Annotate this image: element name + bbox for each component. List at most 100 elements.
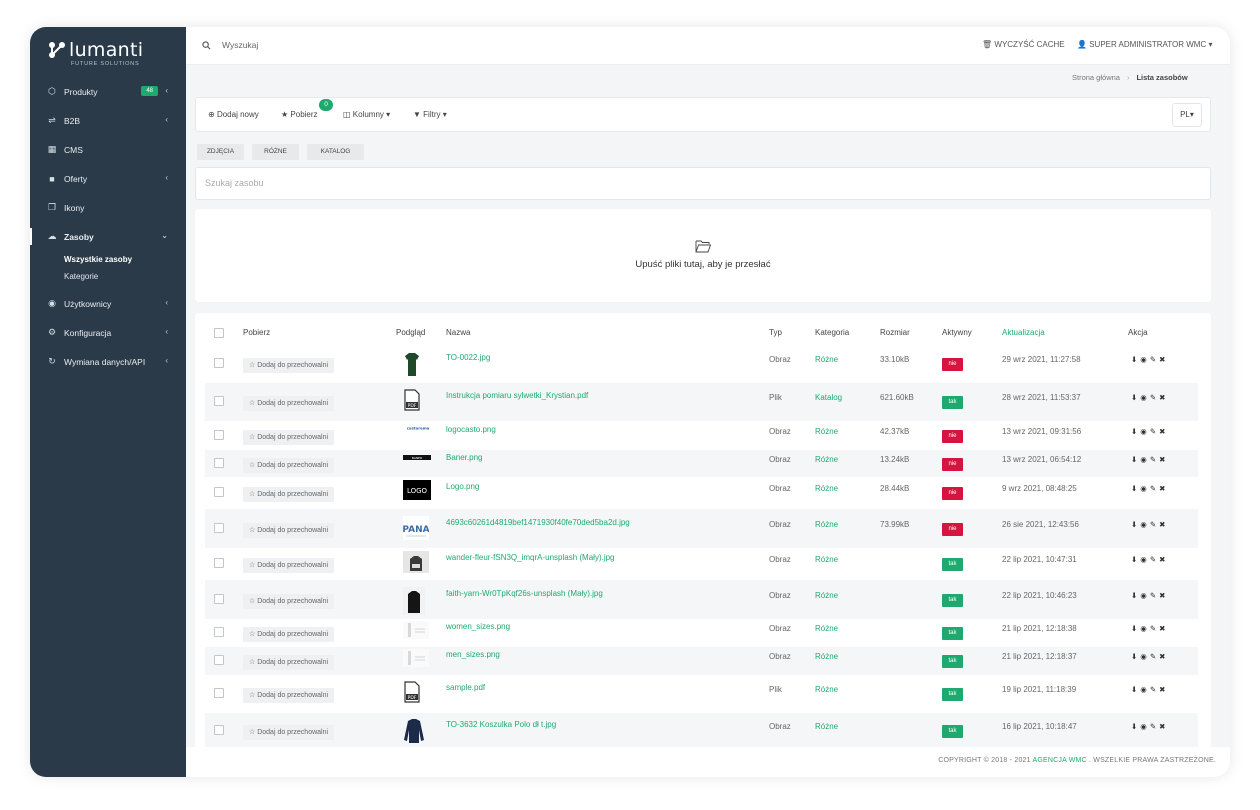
preview-eye-icon[interactable]: ◉: [1140, 520, 1150, 529]
delete-x-icon[interactable]: ✖: [1159, 685, 1168, 694]
edit-pencil-icon[interactable]: ✎: [1150, 427, 1159, 436]
asset-category-link[interactable]: Różne: [815, 455, 838, 464]
columns-dropdown[interactable]: ◫ Kolumny ▾: [343, 110, 390, 119]
sidebar-item-cms[interactable]: ▦ CMS: [30, 135, 186, 164]
asset-thumbnail[interactable]: [403, 351, 421, 379]
row-checkbox[interactable]: [214, 688, 224, 698]
active-status-badge[interactable]: tak: [942, 558, 963, 571]
asset-search-input[interactable]: [205, 178, 805, 188]
edit-pencil-icon[interactable]: ✎: [1150, 652, 1159, 661]
asset-name-link[interactable]: Baner.png: [446, 453, 482, 462]
add-to-storage-button[interactable]: ☆ Dodaj do przechowalni: [243, 358, 335, 373]
asset-thumbnail[interactable]: [403, 586, 425, 617]
preview-eye-icon[interactable]: ◉: [1140, 484, 1150, 493]
download-icon[interactable]: ⬇: [1131, 355, 1140, 364]
active-status-badge[interactable]: nie: [942, 522, 963, 536]
row-checkbox[interactable]: [214, 396, 224, 406]
add-to-storage-button[interactable]: ☆ Dodaj do przechowalni: [243, 655, 335, 670]
active-status-badge[interactable]: nie: [942, 487, 963, 500]
asset-name-link[interactable]: 4693c60261d4819bef1471930f40fe70ded5ba2d…: [446, 518, 630, 527]
edit-pencil-icon[interactable]: ✎: [1150, 624, 1159, 633]
asset-name-link[interactable]: sample.pdf: [446, 683, 485, 692]
asset-thumbnail[interactable]: PDF: [403, 389, 421, 413]
global-search-input[interactable]: [222, 40, 522, 50]
asset-category-link[interactable]: Różne: [815, 652, 838, 661]
edit-pencil-icon[interactable]: ✎: [1150, 591, 1159, 600]
active-status-badge[interactable]: tak: [942, 396, 963, 409]
sidebar-item-uzytkownicy[interactable]: ◉ Użytkownicy ‹: [30, 289, 186, 318]
preview-eye-icon[interactable]: ◉: [1140, 555, 1150, 564]
edit-pencil-icon[interactable]: ✎: [1150, 355, 1159, 364]
preview-eye-icon[interactable]: ◉: [1140, 591, 1150, 600]
subnav-item-all-assets[interactable]: Wszystkie zasoby: [64, 251, 186, 268]
row-checkbox[interactable]: [214, 429, 224, 440]
asset-name-link[interactable]: men_sizes.png: [446, 650, 500, 659]
tab-zdjecia[interactable]: ZDJĘCIA: [197, 144, 244, 160]
add-to-storage-button[interactable]: ☆ Dodaj do przechowalni: [243, 558, 335, 573]
row-checkbox[interactable]: [214, 457, 224, 468]
clear-cache-button[interactable]: 🗑 WYCZYŚĆ CACHE: [982, 40, 1065, 49]
asset-name-link[interactable]: Instrukcja pomiaru sylwetki_Krystian.pdf: [446, 391, 588, 400]
delete-x-icon[interactable]: ✖: [1159, 555, 1168, 564]
edit-pencil-icon[interactable]: ✎: [1150, 555, 1159, 564]
asset-thumbnail[interactable]: BANER: [403, 452, 431, 462]
asset-thumbnail[interactable]: castorama: [403, 423, 433, 433]
asset-category-link[interactable]: Różne: [815, 722, 838, 731]
add-new-button[interactable]: ⊕ Dodaj nowy: [208, 110, 259, 119]
sidebar-item-zasoby[interactable]: ☁ Zasoby ⌄: [30, 222, 186, 251]
subnav-item-categories[interactable]: Kategorie: [64, 268, 186, 285]
row-checkbox[interactable]: [214, 522, 224, 533]
delete-x-icon[interactable]: ✖: [1159, 455, 1168, 464]
download-icon[interactable]: ⬇: [1131, 393, 1140, 402]
preview-eye-icon[interactable]: ◉: [1140, 355, 1150, 364]
delete-x-icon[interactable]: ✖: [1159, 624, 1168, 633]
download-icon[interactable]: ⬇: [1131, 685, 1140, 694]
add-to-storage-button[interactable]: ☆ Dodaj do przechowalni: [243, 627, 335, 642]
asset-name-link[interactable]: faith-yarn-Wr0TpKqf26s-unsplash (Mały).j…: [446, 589, 603, 598]
row-checkbox[interactable]: [214, 655, 224, 665]
edit-pencil-icon[interactable]: ✎: [1150, 722, 1159, 731]
asset-thumbnail[interactable]: [403, 649, 429, 669]
asset-name-link[interactable]: TO-3632 Koszulka Polo dł t.jpg: [446, 720, 556, 729]
preview-eye-icon[interactable]: ◉: [1140, 393, 1150, 402]
asset-category-link[interactable]: Różne: [815, 624, 838, 633]
preview-eye-icon[interactable]: ◉: [1140, 427, 1150, 436]
delete-x-icon[interactable]: ✖: [1159, 355, 1168, 364]
download-icon[interactable]: ⬇: [1131, 652, 1140, 661]
download-icon[interactable]: ⬇: [1131, 520, 1140, 529]
filters-dropdown[interactable]: ▼ Filtry ▾: [413, 110, 447, 119]
tab-katalog[interactable]: KATALOG: [307, 144, 364, 160]
row-checkbox[interactable]: [214, 487, 224, 497]
edit-pencil-icon[interactable]: ✎: [1150, 685, 1159, 694]
asset-thumbnail[interactable]: [403, 621, 429, 641]
add-to-storage-button[interactable]: ☆ Dodaj do przechowalni: [243, 429, 335, 445]
download-icon[interactable]: ⬇: [1131, 484, 1140, 493]
language-select[interactable]: PL▾: [1172, 103, 1202, 127]
sidebar-item-produkty[interactable]: ⬡ Produkty 48 ‹: [30, 77, 186, 106]
download-button[interactable]: ★ Pobierz: [281, 110, 318, 119]
tab-rozne[interactable]: RÓŻNE: [252, 144, 299, 160]
asset-name-link[interactable]: Logo.png: [446, 482, 479, 491]
delete-x-icon[interactable]: ✖: [1159, 427, 1168, 436]
row-checkbox[interactable]: [214, 627, 224, 637]
asset-category-link[interactable]: Różne: [815, 555, 838, 564]
row-checkbox[interactable]: [214, 725, 224, 735]
asset-name-link[interactable]: logocasto.png: [446, 425, 496, 434]
add-to-storage-button[interactable]: ☆ Dodaj do przechowalni: [243, 593, 335, 609]
asset-name-link[interactable]: wander-fleur-fSN3Q_imqrA-unsplash (Mały)…: [446, 553, 615, 562]
preview-eye-icon[interactable]: ◉: [1140, 455, 1150, 464]
edit-pencil-icon[interactable]: ✎: [1150, 393, 1159, 402]
active-status-badge[interactable]: tak: [942, 627, 963, 640]
delete-x-icon[interactable]: ✖: [1159, 484, 1168, 493]
delete-x-icon[interactable]: ✖: [1159, 652, 1168, 661]
active-status-badge[interactable]: tak: [942, 725, 963, 738]
asset-name-link[interactable]: TO-0022.jpg: [446, 353, 490, 362]
add-to-storage-button[interactable]: ☆ Dodaj do przechowalni: [243, 487, 335, 502]
add-to-storage-button[interactable]: ☆ Dodaj do przechowalni: [243, 688, 335, 703]
row-checkbox[interactable]: [214, 558, 224, 568]
asset-category-link[interactable]: Różne: [815, 685, 838, 694]
active-status-badge[interactable]: nie: [942, 429, 963, 443]
asset-thumbnail[interactable]: [403, 551, 429, 575]
asset-category-link[interactable]: Różne: [815, 355, 838, 364]
download-icon[interactable]: ⬇: [1131, 455, 1140, 464]
